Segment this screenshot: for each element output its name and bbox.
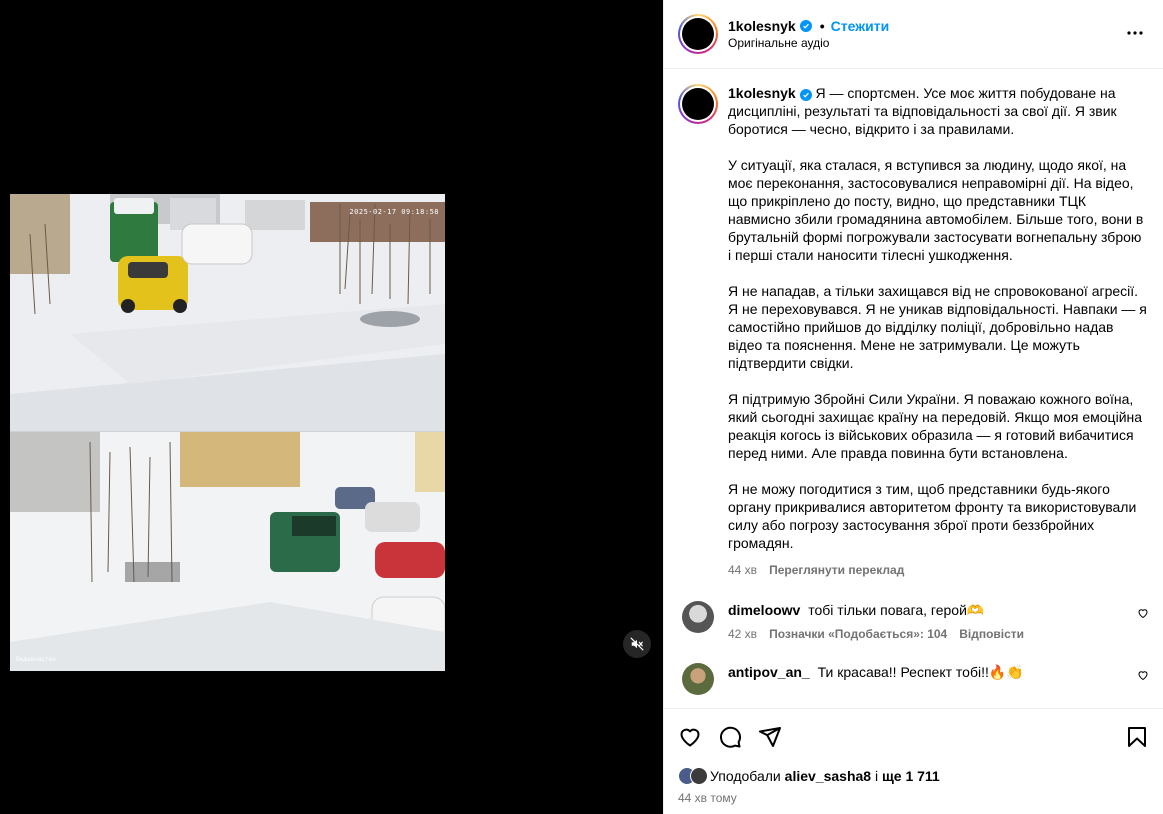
like-button[interactable] xyxy=(678,725,702,749)
video-player[interactable]: 2025-02-17 09:18:58 Видавництво xyxy=(10,194,445,671)
caption-paragraph-2: У ситуації, яка сталася, я вступився за … xyxy=(728,157,1148,263)
header-text: 1kolesnyk • Стежити Оригінальне аудіо xyxy=(728,18,889,50)
share-icon xyxy=(759,727,781,747)
likes-summary: Уподобали aliev_sasha8 і ще 1 711 xyxy=(678,767,1149,785)
camera-top-scene xyxy=(10,194,445,432)
comment-time[interactable]: 42 хв xyxy=(728,627,757,641)
header-line: 1kolesnyk • Стежити xyxy=(728,18,889,34)
comment-like-icon[interactable] xyxy=(1137,669,1149,681)
follow-button[interactable]: Стежити xyxy=(831,18,890,34)
caption-meta: 44 хв Переглянути переклад xyxy=(728,561,1148,579)
comment: dimeloowv тобі тільки повага, герой🫶 42 … xyxy=(664,601,1163,641)
post-time[interactable]: 44 хв тому xyxy=(678,791,1149,805)
more-icon xyxy=(1127,31,1143,35)
likes-text: Уподобали aliev_sasha8 і ще 1 711 xyxy=(710,768,940,784)
caption-body: 1kolesnyk Я — спортсмен. Усе моє життя п… xyxy=(728,84,1148,579)
comment-meta: 42 хв Позначки «Подобається»: 104 Відпов… xyxy=(728,627,1024,641)
comment-avatar[interactable] xyxy=(682,601,714,633)
liker-avatar[interactable] xyxy=(690,767,708,785)
caption-paragraph-3: Я не нападав, а тільки захищався від не … xyxy=(728,283,1151,371)
caption: 1kolesnyk Я — спортсмен. Усе моє життя п… xyxy=(664,70,1163,579)
comment-username[interactable]: antipov_an_ xyxy=(728,664,810,680)
see-translation-button[interactable]: Переглянути переклад xyxy=(769,561,904,579)
caption-paragraph-5: Я не можу погодитися з тим, щоб представ… xyxy=(728,481,1141,551)
liked-by-more[interactable]: ще 1 711 xyxy=(882,768,940,784)
caption-avatar[interactable] xyxy=(678,84,718,124)
comment-content: dimeloowv тобі тільки повага, герой🫶 42 … xyxy=(728,601,1024,641)
comment-content: antipov_an_ Ти красава!! Респект тобі!!🔥… xyxy=(728,663,1024,695)
comment-avatar[interactable] xyxy=(682,663,714,695)
caption-time[interactable]: 44 хв xyxy=(728,561,757,579)
more-options-button[interactable] xyxy=(1125,23,1145,43)
verified-icon-caption xyxy=(796,85,816,101)
audio-label[interactable]: Оригінальне аудіо xyxy=(728,36,889,50)
comment-text: тобі тільки повага, герой🫶 xyxy=(808,602,985,618)
heart-icon xyxy=(680,728,700,747)
post-viewer: 2025-02-17 09:18:58 Видавництво 1kolesny… xyxy=(0,0,1163,814)
author-avatar[interactable] xyxy=(678,14,718,54)
liked-by-user[interactable]: aliev_sasha8 xyxy=(785,768,871,784)
comment-button[interactable] xyxy=(718,725,742,749)
caption-paragraph-1: 1kolesnyk Я — спортсмен. Усе моє життя п… xyxy=(728,85,1121,137)
comment-username[interactable]: dimeloowv xyxy=(728,602,800,618)
reply-button[interactable]: Відповісти xyxy=(959,627,1024,641)
action-bar: Уподобали aliev_sasha8 і ще 1 711 44 хв … xyxy=(664,708,1163,805)
comment-icon xyxy=(720,726,741,748)
save-icon xyxy=(1128,727,1146,747)
author-username[interactable]: 1kolesnyk xyxy=(728,18,796,34)
verified-icon xyxy=(799,20,812,32)
save-button[interactable] xyxy=(1125,725,1149,749)
comments-scroll-area[interactable]: 1kolesnyk Я — спортсмен. Усе моє життя п… xyxy=(664,70,1163,708)
camera-view-top: 2025-02-17 09:18:58 xyxy=(10,194,445,432)
comment-body: antipov_an_ Ти красава!! Респект тобі!!🔥… xyxy=(728,663,1024,681)
caption-username[interactable]: 1kolesnyk xyxy=(728,85,796,101)
post-header: 1kolesnyk • Стежити Оригінальне аудіо xyxy=(664,0,1163,69)
video-timestamp: 2025-02-17 09:18:58 xyxy=(349,208,439,216)
liked-by-and: і xyxy=(874,768,879,784)
mute-button[interactable] xyxy=(623,630,651,658)
comment-like-icon[interactable] xyxy=(1137,607,1149,619)
comment: antipov_an_ Ти красава!! Респект тобі!!🔥… xyxy=(664,663,1163,695)
caption-paragraph-4: Я підтримую Збройні Сили України. Я пова… xyxy=(728,391,1146,461)
comment-body: dimeloowv тобі тільки повага, герой🫶 xyxy=(728,601,1024,619)
video-watermark: Видавництво xyxy=(16,656,56,663)
camera-bottom-scene xyxy=(10,432,445,671)
camera-view-bottom: Видавництво xyxy=(10,432,445,671)
liked-by-prefix: Уподобали xyxy=(710,768,781,784)
liker-avatars xyxy=(678,767,708,785)
header-separator: • xyxy=(819,18,825,34)
post-panel: 1kolesnyk • Стежити Оригінальне аудіо 1k… xyxy=(663,0,1163,814)
share-button[interactable] xyxy=(758,725,782,749)
mute-icon xyxy=(630,637,644,651)
comment-text: Ти красава!! Респект тобі!!🔥👏 xyxy=(817,664,1024,680)
media-pane: 2025-02-17 09:18:58 Видавництво xyxy=(0,0,663,814)
action-row xyxy=(678,723,1149,751)
comment-likes[interactable]: Позначки «Подобається»: 104 xyxy=(769,627,947,641)
